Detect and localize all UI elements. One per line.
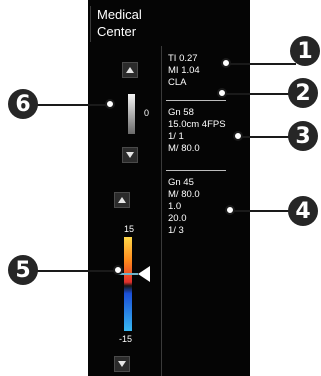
triangle-down-icon [118,361,126,367]
color-scale-max: 15 [124,224,135,234]
triangle-up-icon [118,197,126,203]
divider-line [166,100,226,101]
callout-dot [113,265,123,275]
bmode-ratio: 1/ 1 [168,131,184,142]
callout-badge-6: 6 [8,89,38,119]
ultrasound-info-panel: Medical Center TI 0.27 MI 1.04 CLA Gn 58… [88,0,250,376]
triangle-up-icon [126,67,134,73]
bmode-info: Gn 58 15.0cm 4FPS 1/ 1 M/ 80.0 [168,107,226,155]
callout-dot [233,131,243,141]
column-divider [161,46,162,376]
callout-dot [225,205,235,215]
bmode-depth-fps: 15.0cm 4FPS [168,119,226,130]
callout-line [230,210,290,212]
color-scale-bar [124,237,132,331]
color-scale-down-button[interactable] [114,356,130,372]
acoustic-info: TI 0.27 MI 1.04 CLA [168,53,200,89]
color-map: M/ 80.0 [168,189,200,200]
color-value-1: 1.0 [168,201,182,212]
bmode-map: M/ 80.0 [168,143,200,154]
baseline-pointer-icon[interactable] [138,266,150,282]
callout-line [222,93,290,95]
callout-line [238,136,290,138]
color-mode-info: Gn 45 M/ 80.0 1.0 20.0 1/ 3 [168,177,200,237]
callout-dot [105,99,115,109]
callout-badge-1: 1 [290,36,320,66]
color-gain: Gn 45 [168,177,194,188]
center-name: Medical Center [90,6,179,42]
callout-badge-3: 3 [288,121,318,151]
gray-scale-down-button[interactable] [122,147,138,163]
callout-dot [217,88,227,98]
bmode-gain: Gn 58 [168,107,194,118]
color-scale-min: -15 [119,334,133,344]
gray-scale-up-button[interactable] [122,62,138,78]
callout-dot [221,58,231,68]
callout-line [30,270,118,272]
color-value-2: 20.0 [168,213,187,224]
callout-line [226,63,296,65]
callout-badge-2: 2 [288,78,318,108]
gray-scale-value: 0 [144,108,150,118]
callout-badge-4: 4 [288,196,318,226]
callout-badge-5: 5 [8,255,38,285]
center-name-line1: Medical [97,7,142,22]
mi-value: MI 1.04 [168,65,200,76]
center-name-line2: Center [97,24,137,39]
preset-value: CLA [168,77,187,88]
gray-scale-bar [128,94,135,134]
callout-line [30,104,110,106]
ti-value: TI 0.27 [168,53,198,64]
color-value-3: 1/ 3 [168,225,184,236]
divider-line [166,170,226,171]
color-scale-up-button[interactable] [114,192,130,208]
triangle-down-icon [126,152,134,158]
